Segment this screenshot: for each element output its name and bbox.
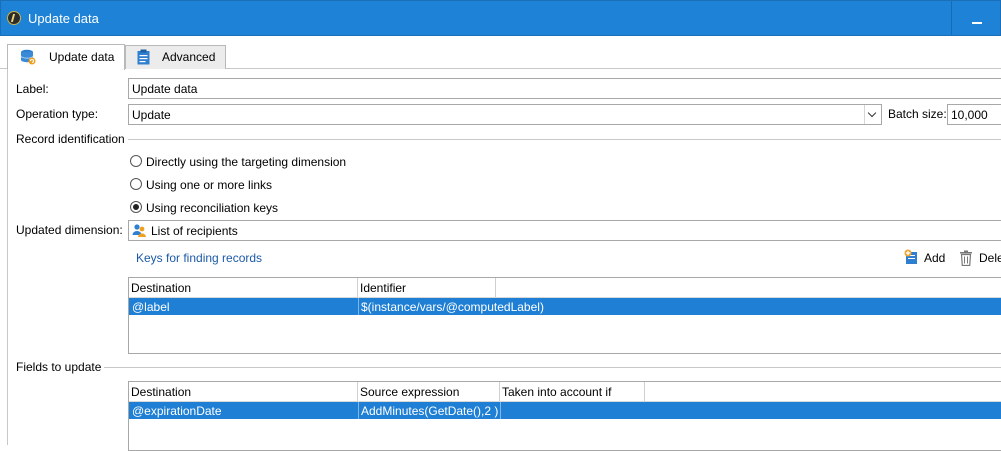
radio-label: Using one or more links [146, 178, 273, 192]
row-source-expression: AddMinutes(GetDate(),2 ) [361, 404, 499, 418]
tab-update-data[interactable]: Update data [7, 44, 125, 70]
tab-advanced[interactable]: Advanced [125, 45, 226, 69]
record-identification-title: Record identification [16, 132, 125, 146]
chevron-down-icon[interactable] [864, 105, 881, 124]
trash-icon [960, 250, 972, 266]
keys-grid: Destination Identifier @label $(instance… [128, 277, 1001, 354]
table-row[interactable]: @label $(instance/vars/@computedLabel) [129, 298, 1001, 315]
fields-grid: Destination Source expression Taken into… [128, 381, 1001, 451]
radio-targeting-dimension[interactable] [130, 155, 142, 167]
radio-label: Directly using the targeting dimension [146, 155, 347, 169]
radio-reconciliation-keys[interactable] [130, 201, 142, 213]
app-logo-icon [7, 11, 21, 25]
delete-label: Dele [979, 251, 1001, 265]
column-header-identifier[interactable]: Identifier [358, 278, 496, 297]
cell-divider [358, 298, 359, 315]
radio-label: Using reconciliation keys [146, 201, 279, 215]
tab-strip: Update data Advanced [0, 36, 1001, 70]
table-row[interactable]: @expirationDate AddMinutes(GetDate(),2 ) [129, 402, 1001, 419]
updated-dimension-value: List of recipients [151, 224, 238, 238]
cell-divider [500, 402, 501, 419]
keys-section-title: Keys for finding records [136, 251, 263, 265]
minimize-button[interactable] [951, 1, 1000, 35]
label-input[interactable]: Update data [128, 78, 1001, 99]
database-update-icon [20, 49, 36, 65]
row-destination: @label [132, 300, 170, 314]
fields-to-update-title: Fields to update [16, 360, 102, 374]
section-divider [104, 367, 1001, 368]
operation-type-value: Update [132, 108, 171, 122]
batch-size-input[interactable]: 10,000 [947, 104, 1001, 125]
title-bar: Update data [0, 0, 1001, 36]
window-title: Update data [28, 11, 99, 26]
batch-size-caption: Batch size: [888, 107, 947, 121]
updated-dimension-caption: Updated dimension: [16, 223, 123, 237]
column-header-condition[interactable]: Taken into account if [500, 382, 645, 401]
label-caption: Label: [16, 82, 49, 96]
clipboard-icon [137, 49, 150, 65]
row-destination: @expirationDate [132, 404, 222, 418]
column-header-destination[interactable]: Destination [129, 278, 358, 297]
add-label: Add [924, 251, 946, 265]
cell-divider [358, 402, 359, 419]
operation-type-caption: Operation type: [16, 107, 99, 121]
add-icon [904, 249, 917, 264]
operation-type-select[interactable]: Update [128, 104, 882, 125]
recipients-icon [132, 224, 146, 237]
fields-grid-header: Destination Source expression Taken into… [129, 382, 1001, 402]
column-header-source-expression[interactable]: Source expression [358, 382, 500, 401]
updated-dimension-field[interactable]: List of recipients [128, 220, 1001, 241]
keys-grid-header: Destination Identifier [129, 278, 1001, 298]
row-identifier: $(instance/vars/@computedLabel) [361, 300, 544, 314]
radio-links[interactable] [130, 178, 142, 190]
tab-label: Advanced [162, 50, 216, 64]
column-header-destination[interactable]: Destination [129, 382, 358, 401]
section-divider [128, 139, 1001, 140]
tab-label: Update data [49, 50, 115, 64]
